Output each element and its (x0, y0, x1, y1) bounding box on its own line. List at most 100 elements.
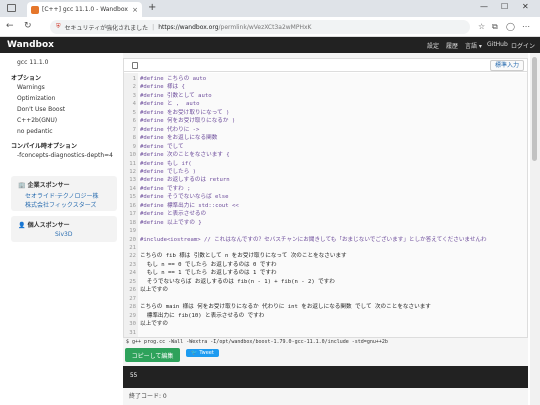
line-number: 10 (129, 152, 136, 159)
address-bar-row: ← ↻ ⛨ セキュリティが強化されました | https://wandbox.o… (0, 17, 540, 37)
code-line: #define そうでないならば else (140, 194, 229, 201)
code-line: #define と表示させるの (140, 211, 207, 218)
building-icon: 🏢 (18, 182, 26, 189)
code-area[interactable]: 1 #define こちらの auto 2 #define 様は {3 #define … (124, 73, 527, 337)
code-line: そうでないならば お返しするのは fib(n - 1) + fib(n - 2)… (140, 278, 335, 285)
wandbox-favicon-icon (31, 5, 39, 14)
corporate-sponsors-heading: 🏢 企業スポンサー (18, 182, 70, 189)
line-number: 25 (129, 278, 136, 285)
code-line: もし n == 0 でしたら お返しするのは 0 ですわ (140, 261, 277, 268)
code-line: #define 引数として auto (140, 92, 212, 99)
code-line: #define 標準出力に std::cout << (140, 202, 239, 209)
code-line: #define 何をお受け取りになるか ) (140, 118, 236, 125)
output-text: 55 (130, 372, 138, 379)
nav-github[interactable]: GitHub (487, 41, 508, 48)
tweet-button[interactable]: 🐦 Tweet (186, 349, 219, 357)
line-number: 21 (129, 245, 136, 251)
scrollbar-thumb[interactable] (532, 57, 537, 161)
refresh-icon[interactable]: ↻ (24, 21, 32, 31)
sponsor-link[interactable]: Siv3D (55, 231, 72, 238)
line-number: 23 (129, 261, 136, 268)
collections-icon[interactable]: ⧉ (492, 22, 498, 32)
code-line: #define 代わりに -> (140, 126, 200, 133)
code-line: もし n == 1 でしたら お返しするのは 1 ですわ (140, 270, 277, 277)
line-number: 30 (129, 321, 136, 328)
back-arrow-icon[interactable]: ← (6, 21, 14, 31)
line-number: 13 (129, 177, 136, 184)
copy-and-edit-button[interactable]: コピーして編集 (125, 348, 180, 362)
line-number: 3 (132, 92, 136, 99)
code-line: #include<iostream> // これはなんですの？セバスチャンにお聞… (140, 236, 487, 243)
code-line: こちらの main 様は 何をお受け取りになるか 代わりに int をお返しにな… (140, 304, 431, 311)
personal-sponsors-heading: 👤 個人スポンサー (18, 222, 70, 229)
wandbox-header: Wandbox 設定 履歴 言語 ▾ GitHub ログイン (0, 37, 540, 53)
sponsor-link[interactable]: セオライド·テクノロジー株 (25, 191, 99, 200)
person-icon: 👤 (18, 222, 26, 229)
code-line: #define 様は { (140, 84, 185, 91)
code-line: #define もし if( (140, 160, 192, 167)
browser-tab[interactable]: [C++] gcc 11.1.0 - Wandbox × (27, 2, 142, 17)
compiler-name[interactable]: gcc 11.1.0 (17, 59, 48, 66)
code-line: #define と , auto (140, 101, 200, 108)
line-number: 8 (132, 135, 136, 142)
option-std[interactable]: C++2b(GNU) (17, 117, 57, 124)
options-heading: オプション (11, 75, 42, 82)
more-menu-icon[interactable]: ⋯ (522, 22, 530, 31)
tab-actions-icon[interactable] (7, 4, 16, 12)
option-boost[interactable]: Don't Use Boost (17, 106, 65, 113)
code-line: #define をお返しになる関数 (140, 135, 218, 142)
bird-icon: 🐦 (191, 350, 198, 356)
nav-settings[interactable]: 設定 (427, 41, 439, 50)
brand-logo[interactable]: Wandbox (7, 40, 54, 50)
sponsor-link[interactable]: 株式会社フィックスターズ (25, 200, 96, 209)
code-line: #define 以上ですの } (140, 219, 202, 226)
line-number: 27 (129, 295, 136, 302)
option-warnings[interactable]: Warnings (17, 84, 45, 91)
stdin-button[interactable]: 標準入力 (489, 60, 524, 71)
shield-icon: ⛨ (56, 23, 61, 30)
browser-tab-bar: [C++] gcc 11.1.0 - Wandbox × + — ☐ ✕ (0, 0, 540, 17)
line-number: 17 (129, 211, 136, 218)
nav-history[interactable]: 履歴 (446, 41, 458, 50)
option-pedantic[interactable]: no pedantic (17, 128, 53, 135)
nav-language[interactable]: 言語 ▾ (465, 41, 482, 50)
line-number: 7 (132, 126, 136, 133)
code-line: #define こちらの auto (140, 76, 207, 82)
tab-title: [C++] gcc 11.1.0 - Wandbox (42, 6, 128, 13)
code-line: 以上ですの (140, 287, 168, 294)
line-number: 31 (129, 329, 136, 336)
profile-icon[interactable]: ◯ (506, 22, 515, 31)
line-number: 11 (129, 160, 136, 167)
code-line: 標準出力に fib(10) と表示させるの ですわ (140, 312, 265, 319)
compile-options-value[interactable]: -fconcepts-diagnostics-depth=4 (17, 152, 113, 159)
line-number: 24 (129, 270, 136, 277)
security-label: セキュリティが強化されました (64, 24, 149, 32)
window-close-button[interactable]: ✕ (522, 2, 529, 11)
line-number: 2 (132, 84, 136, 91)
line-number: 6 (132, 118, 136, 125)
program-output: 55 (123, 366, 528, 388)
sidebar: gcc 11.1.0 オプション Warnings Optimization D… (0, 53, 123, 405)
personal-sponsors-box: 👤 個人スポンサー Siv3D (11, 216, 117, 242)
url-bar[interactable]: ⛨ セキュリティが強化されました | https://wandbox.org/p… (50, 20, 470, 34)
new-tab-button[interactable]: + (148, 3, 156, 13)
favorites-star-icon[interactable]: ☆ (478, 22, 485, 31)
option-optimization[interactable]: Optimization (17, 95, 55, 102)
line-number: 22 (129, 253, 136, 260)
exit-code: 終了コード: 0 (129, 393, 167, 400)
code-line: 以上ですの (140, 321, 168, 328)
nav-login[interactable]: ログイン (511, 41, 535, 50)
maximize-button[interactable]: ☐ (501, 2, 508, 11)
code-line: #define でして (140, 143, 184, 150)
url-path: /permlink/wVezXCt3a2wMPHxK (218, 23, 312, 31)
tab-close-icon[interactable]: × (132, 6, 138, 14)
minimize-button[interactable]: — (480, 2, 488, 11)
file-icon[interactable] (132, 62, 138, 69)
line-number: 29 (129, 312, 136, 319)
page-scrollbar[interactable] (530, 53, 540, 405)
line-number: 18 (129, 219, 136, 226)
code-line: #define 次のことをなさいます { (140, 152, 230, 159)
line-number: 5 (132, 109, 136, 116)
corporate-sponsors-box: 🏢 企業スポンサー セオライド·テクノロジー株 株式会社フィックスターズ (11, 176, 117, 211)
line-number: 28 (129, 304, 136, 311)
